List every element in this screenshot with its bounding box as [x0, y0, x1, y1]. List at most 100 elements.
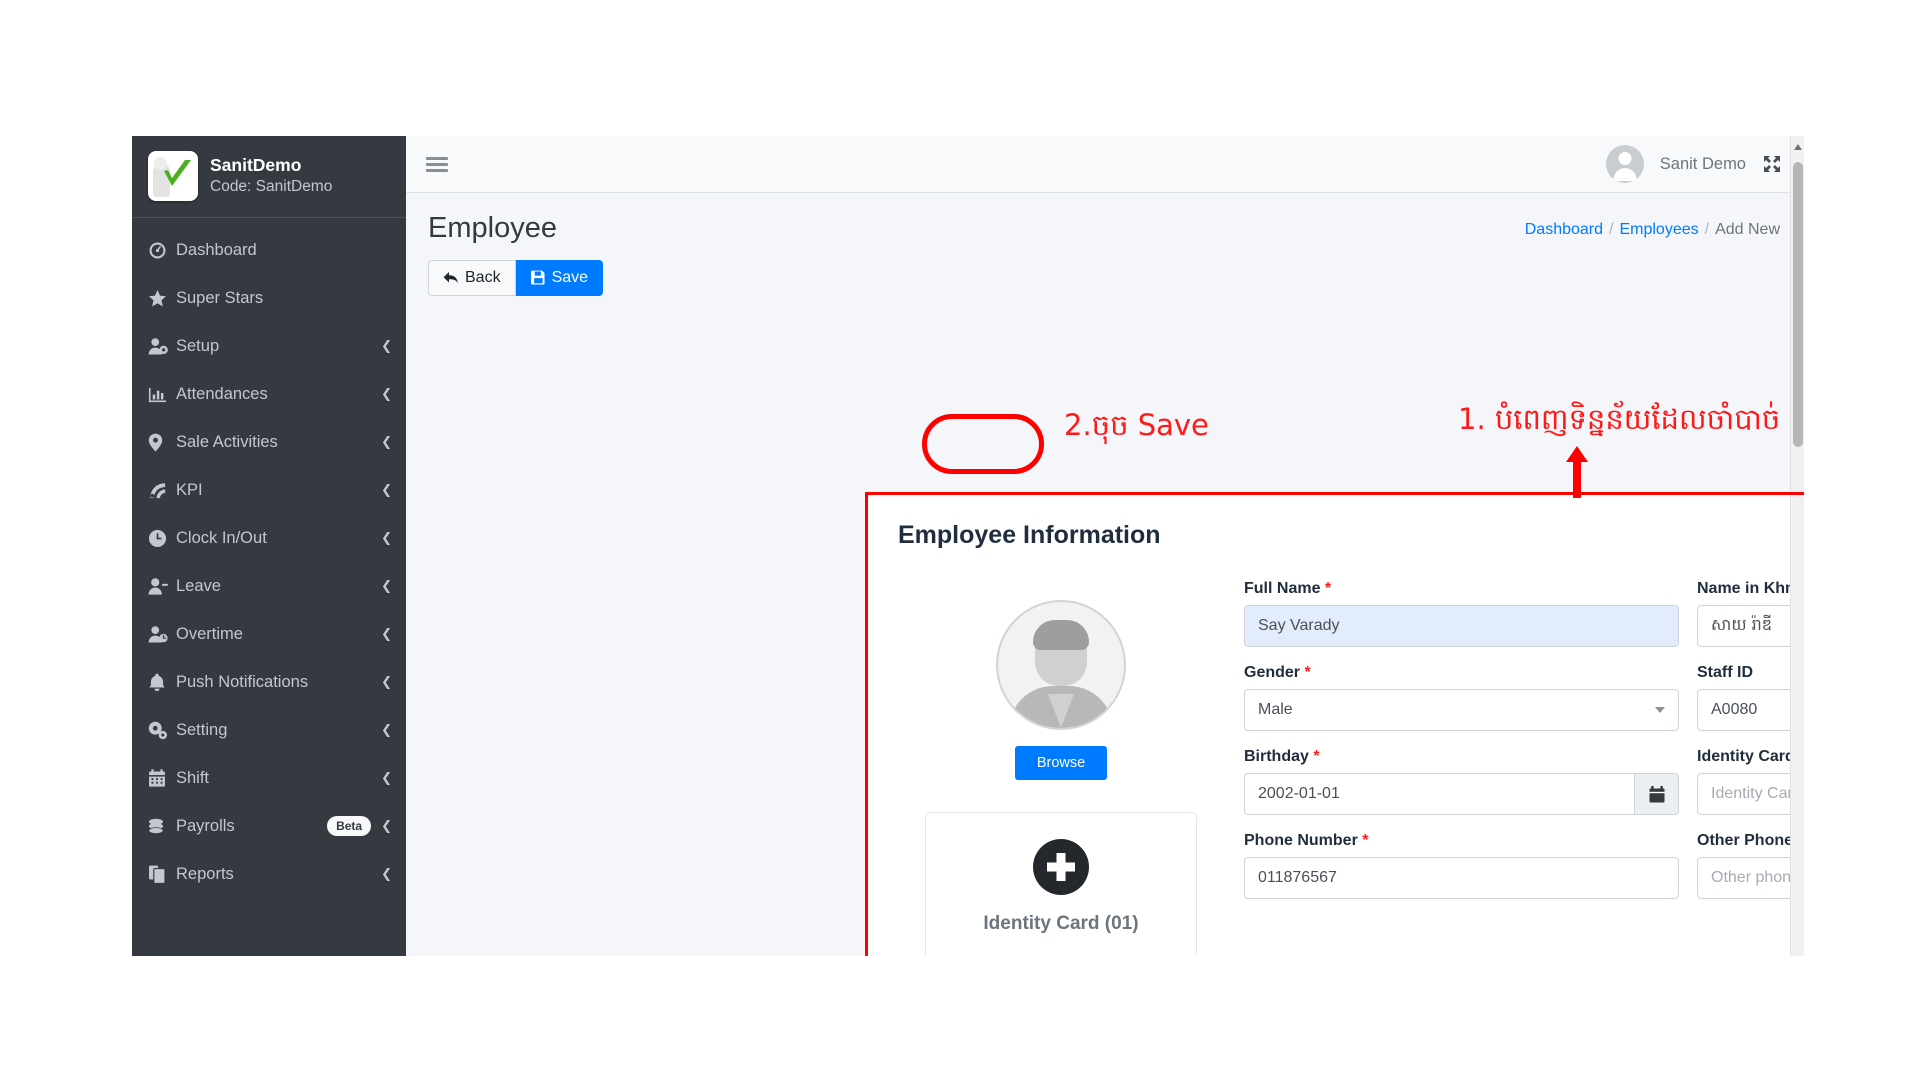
sidebar-item-clock-in-out[interactable]: Clock In/Out ❮ — [132, 514, 406, 562]
tachometer-icon — [148, 241, 176, 260]
photo-column: Browse Identity Card (01) — [896, 580, 1226, 956]
chevron-left-icon: ❮ — [381, 722, 392, 738]
sidebar-item-shift[interactable]: Shift ❮ — [132, 754, 406, 802]
chevron-left-icon: ❮ — [381, 482, 392, 498]
employee-photo-placeholder-icon[interactable] — [996, 600, 1126, 730]
back-button-label: Back — [465, 268, 501, 286]
sidebar-item-push-notifications[interactable]: Push Notifications ❮ — [132, 658, 406, 706]
browse-photo-button[interactable]: Browse — [1014, 746, 1108, 780]
topbar: Sanit Demo — [406, 136, 1804, 193]
coins-icon — [148, 817, 176, 836]
required-marker: * — [1300, 664, 1311, 681]
chevron-left-icon: ❮ — [381, 338, 392, 354]
signal-stream-icon — [148, 481, 176, 500]
copy-files-icon — [148, 865, 176, 884]
breadcrumb: Dashboard / Employees / Add New — [1525, 211, 1780, 239]
action-toolbar: Back Save — [428, 259, 1804, 296]
phone-number-input[interactable] — [1244, 857, 1679, 899]
topbar-user-name[interactable]: Sanit Demo — [1660, 155, 1746, 174]
sidebar-item-sale-activities[interactable]: Sale Activities ❮ — [132, 418, 406, 466]
sidebar-item-leave[interactable]: Leave ❮ — [132, 562, 406, 610]
sidebar-nav: Dashboard Super Stars Setup ❮ Attendances ❮ Sa… — [132, 218, 406, 898]
birthday-label: Birthday * — [1244, 748, 1320, 765]
other-phone-label: Other Phone — [1697, 832, 1794, 849]
field-birthday: Birthday * — [1244, 748, 1679, 815]
plus-circle-icon[interactable] — [1033, 839, 1089, 895]
fields-column-left: Full Name * Gender * — [1244, 580, 1679, 956]
clock-icon — [148, 529, 176, 548]
user-avatar-icon[interactable] — [1605, 145, 1644, 183]
full-name-input[interactable] — [1244, 605, 1679, 647]
hamburger-icon[interactable] — [426, 154, 448, 175]
field-name-in-khmer: Name in Khmer — [1697, 580, 1804, 647]
full-name-label: Full Name * — [1244, 580, 1332, 597]
bar-chart-icon — [148, 385, 176, 404]
sidebar-item-label: KPI — [176, 480, 203, 499]
sidebar-item-label: Push Notifications — [176, 672, 309, 691]
sidebar-item-label: Overtime — [176, 624, 243, 643]
content-scrollbar[interactable] — [1790, 136, 1804, 956]
sidebar-item-label: Clock In/Out — [176, 528, 267, 547]
name-in-khmer-input[interactable] — [1697, 605, 1804, 647]
field-gender: Gender * — [1244, 664, 1679, 731]
birthday-input[interactable] — [1244, 773, 1635, 815]
scroll-up-arrow-icon[interactable] — [1794, 144, 1802, 150]
identity-card-label: Identity Card (01) — [983, 913, 1139, 934]
sidebar-item-payrolls[interactable]: Payrolls Beta ❮ — [132, 802, 406, 850]
page-header: Employee Dashboard / Employees / Add New — [406, 193, 1804, 246]
chevron-left-icon: ❮ — [381, 434, 392, 450]
breadcrumb-item-dashboard[interactable]: Dashboard — [1525, 221, 1603, 238]
save-button[interactable]: Save — [515, 259, 604, 296]
sidebar-item-label: Shift — [176, 768, 210, 787]
expand-arrows-icon[interactable] — [1762, 154, 1782, 174]
name-in-khmer-label: Name in Khmer — [1697, 580, 1804, 597]
annotation-arrow-up-icon — [1566, 446, 1588, 498]
sidebar-item-label: Super Stars — [176, 288, 264, 307]
page-title: Employee — [428, 212, 557, 244]
sidebar-item-super-stars[interactable]: Super Stars — [132, 274, 406, 322]
sidebar-item-label: Setting — [176, 720, 228, 739]
back-button[interactable]: Back — [428, 259, 516, 296]
breadcrumb-item-employees[interactable]: Employees — [1619, 221, 1698, 238]
fields-area: Full Name * Gender * — [1226, 580, 1804, 956]
sidebar-item-setup[interactable]: Setup ❮ — [132, 322, 406, 370]
brand-header[interactable]: SanitDemo Code: SanitDemo — [132, 136, 406, 218]
gender-label: Gender * — [1244, 664, 1311, 681]
sidebar-item-overtime[interactable]: Overtime ❮ — [132, 610, 406, 658]
sidebar-item-dashboard[interactable]: Dashboard — [132, 226, 406, 274]
sidebar-item-label: Dashboard — [176, 240, 257, 259]
user-gear-icon — [148, 337, 176, 356]
gender-select[interactable] — [1244, 689, 1679, 731]
chevron-left-icon: ❮ — [381, 386, 392, 402]
required-marker: * — [1320, 580, 1332, 597]
sidebar-item-label: Payrolls — [176, 816, 235, 835]
field-full-name: Full Name * — [1244, 580, 1679, 647]
scrollbar-thumb[interactable] — [1793, 162, 1803, 447]
sidebar-item-reports[interactable]: Reports ❮ — [132, 850, 406, 898]
required-marker: * — [1357, 832, 1369, 849]
sidebar: SanitDemo Code: SanitDemo Dashboard Super… — [132, 136, 406, 956]
sidebar-item-label: Attendances — [176, 384, 268, 403]
identity-card-upload-box[interactable]: Identity Card (01) — [925, 812, 1197, 956]
star-icon — [148, 289, 176, 308]
calendar-picker-button[interactable] — [1635, 773, 1679, 815]
main-content: Sanit Demo Employee Dashboard / Employees /… — [406, 136, 1804, 956]
sidebar-item-kpi[interactable]: KPI ❮ — [132, 466, 406, 514]
user-clock-icon — [148, 625, 176, 644]
chevron-left-icon: ❮ — [381, 578, 392, 594]
chevron-left-icon: ❮ — [381, 626, 392, 642]
sidebar-item-setting[interactable]: Setting ❮ — [132, 706, 406, 754]
chevron-left-icon: ❮ — [381, 674, 392, 690]
sidebar-item-label: Setup — [176, 336, 220, 355]
staff-id-input[interactable] — [1697, 689, 1804, 731]
chevron-left-icon: ❮ — [381, 530, 392, 546]
sidebar-item-label: Sale Activities — [176, 432, 278, 451]
sidebar-item-attendances[interactable]: Attendances ❮ — [132, 370, 406, 418]
annotation-step-2: 2.ចុច Save — [1064, 408, 1209, 442]
other-phone-input[interactable] — [1697, 857, 1804, 899]
field-other-phone: Other Phone — [1697, 832, 1804, 899]
field-phone-number: Phone Number * — [1244, 832, 1679, 899]
user-minus-icon — [148, 577, 176, 596]
sidebar-item-label: Reports — [176, 864, 234, 883]
identity-card-number-input[interactable] — [1697, 773, 1804, 815]
